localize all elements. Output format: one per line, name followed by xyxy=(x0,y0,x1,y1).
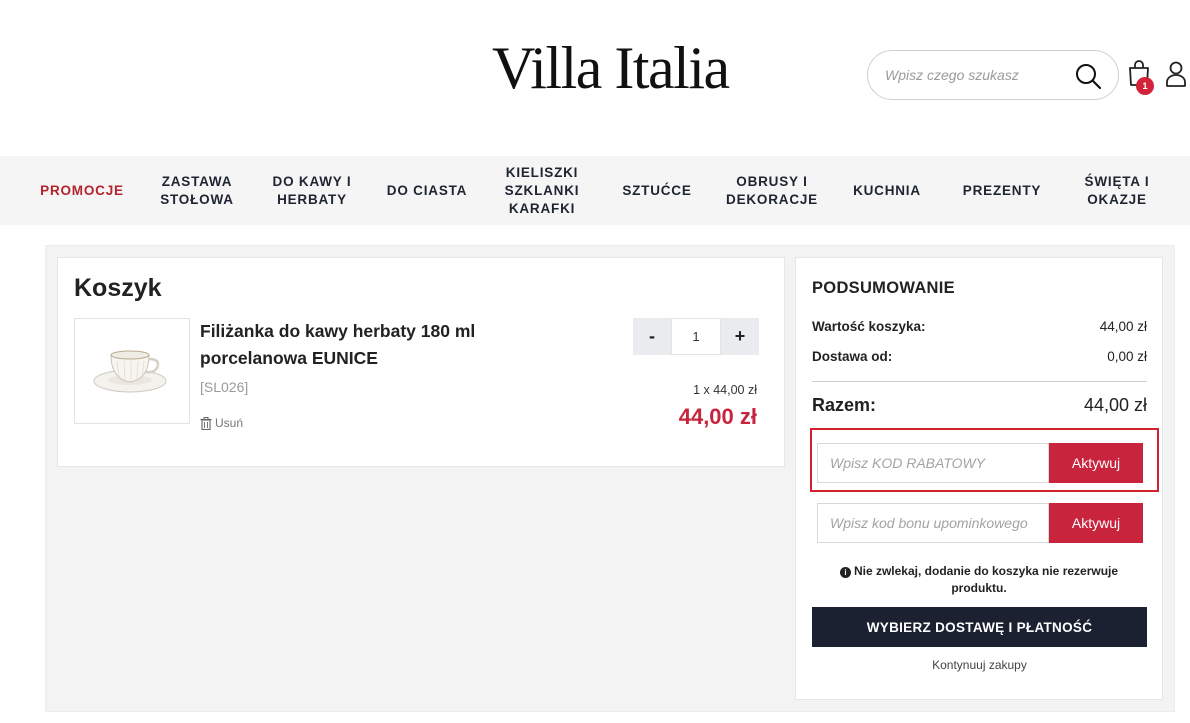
cart-panel: Koszyk Filiżanka do kawy herbaty 180 ml … xyxy=(57,257,785,467)
total-label: Razem: xyxy=(812,395,877,415)
search-icon xyxy=(1076,64,1102,90)
user-icon xyxy=(1166,61,1186,87)
total-row: Razem: 44,00 zł xyxy=(812,395,1147,416)
notice-text: Nie zwlekaj, dodanie do koszyka nie reze… xyxy=(853,564,1119,595)
activate-gift-button[interactable]: Aktywuj xyxy=(1049,503,1143,543)
checkout-button[interactable]: WYBIERZ DOSTAWĘ I PŁATNOŚĆ xyxy=(812,607,1147,647)
nav-item-kuchnia[interactable]: KUCHNIA xyxy=(843,156,931,225)
site-logo[interactable]: Villa Italia xyxy=(492,38,730,98)
activate-discount-button[interactable]: Aktywuj xyxy=(1049,443,1143,483)
nav-item-do-ciasta[interactable]: DO CIASTA xyxy=(379,156,475,225)
cart-value-row: Wartość koszyka: 44,00 zł xyxy=(812,319,1147,334)
remove-label: Usuń xyxy=(215,416,244,430)
main-navigation: PROMOCJE ZASTAWA STOŁOWA DO KAWY I HERBA… xyxy=(0,156,1190,225)
search-input[interactable] xyxy=(885,65,1065,85)
delivery-label: Dostawa od: xyxy=(812,349,893,364)
product-sku: [SL026] xyxy=(200,379,249,395)
nav-item-sztucce[interactable]: SZTUĆCE xyxy=(614,156,700,225)
cart-value-label: Wartość koszyka: xyxy=(812,319,926,334)
cart-count-badge: 1 xyxy=(1136,77,1154,95)
remove-item-button[interactable]: Usuń xyxy=(200,416,243,430)
nav-item-kieliszki-szklanki-karafki[interactable]: KIELISZKI SZKLANKI KARAFKI xyxy=(493,156,591,225)
quantity-input[interactable] xyxy=(671,318,721,355)
nav-item-do-kawy-i-herbaty[interactable]: DO KAWY I HERBATY xyxy=(262,156,362,225)
product-name-link[interactable]: Filiżanka do kawy herbaty 180 ml porcela… xyxy=(200,318,530,372)
line-total: 44,00 zł xyxy=(678,404,757,429)
gift-code-input[interactable] xyxy=(817,503,1049,543)
search-button[interactable] xyxy=(1074,62,1104,90)
nav-item-prezenty[interactable]: PREZENTY xyxy=(952,156,1052,225)
cart-title: Koszyk xyxy=(74,274,162,302)
increase-qty-button[interactable]: + xyxy=(721,318,759,355)
nav-item-zastawa-stolowa[interactable]: ZASTAWA STOŁOWA xyxy=(148,156,246,225)
info-icon: i xyxy=(839,567,851,578)
nav-item-swieta-i-okazje[interactable]: ŚWIĘTA I OKAZJE xyxy=(1070,156,1164,225)
cart-value: 44,00 zł xyxy=(1099,319,1147,334)
unit-price: 1 x 44,00 zł xyxy=(693,383,757,397)
quantity-stepper: - + xyxy=(633,318,759,355)
site-header: Villa Italia 1 xyxy=(0,0,1190,156)
nav-item-obrusy-i-dekoracje[interactable]: OBRUSY I DEKORACJE xyxy=(718,156,826,225)
discount-code-form: Aktywuj xyxy=(817,443,1143,483)
account-button[interactable] xyxy=(1164,60,1188,88)
discount-code-input[interactable] xyxy=(817,443,1049,483)
delivery-value: 0,00 zł xyxy=(1107,349,1147,364)
summary-title: PODSUMOWANIE xyxy=(812,279,955,297)
continue-shopping-link[interactable]: Kontynuuj zakupy xyxy=(812,658,1147,672)
summary-panel: PODSUMOWANIE Wartość koszyka: 44,00 zł D… xyxy=(795,257,1163,700)
search-box xyxy=(867,50,1119,100)
trash-icon xyxy=(200,416,212,430)
decrease-qty-button[interactable]: - xyxy=(633,318,671,355)
summary-divider xyxy=(812,381,1147,382)
product-image[interactable] xyxy=(74,318,190,424)
gift-code-form: Aktywuj xyxy=(817,503,1143,543)
nav-item-promocje[interactable]: PROMOCJE xyxy=(34,156,130,225)
delivery-row: Dostawa od: 0,00 zł xyxy=(812,349,1147,364)
total-value: 44,00 zł xyxy=(1083,395,1147,415)
cup-image xyxy=(93,350,167,393)
reservation-notice: i Nie zwlekaj, dodanie do koszyka nie rez… xyxy=(826,563,1132,597)
